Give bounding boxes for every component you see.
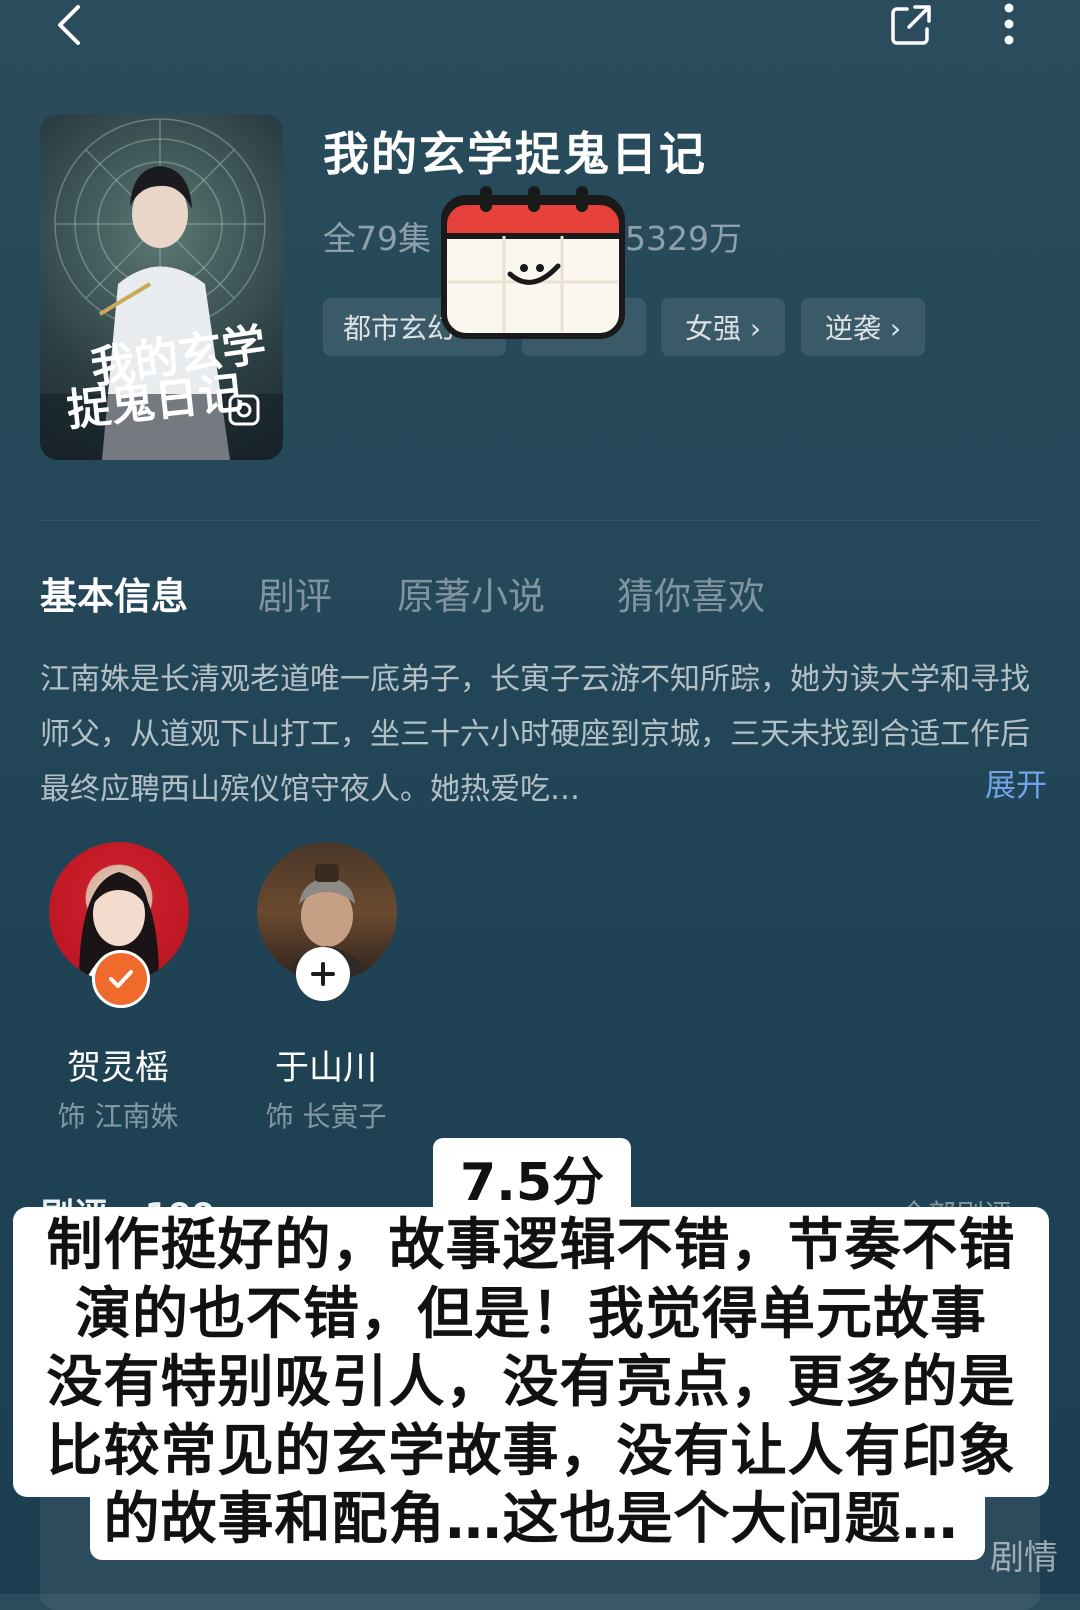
poster-artwork: 我的玄学 捉鬼日记 (40, 118, 283, 460)
tab-original-novel[interactable]: 原著小说 (397, 566, 545, 620)
share-button[interactable] (876, 0, 946, 50)
overlay-caption: 制作挺好的，故事逻辑不错，节奏不错 演的也不错，但是！我觉得单元故事 没有特别吸… (20, 1212, 1042, 1555)
followed-badge[interactable] (92, 950, 150, 1008)
follow-button[interactable] (296, 947, 350, 1001)
cast-role-1: 饰 江南姝 (57, 1100, 179, 1133)
caption-line-5: 的故事和配角…这也是个大问题… (103, 1487, 959, 1552)
cast-role-2: 饰 长寅子 (265, 1100, 387, 1133)
caption-line-3: 没有特别吸引人，没有亮点，更多的是 (46, 1350, 1016, 1415)
tab-recommendations[interactable]: 猜你喜欢 (617, 566, 765, 620)
cast-name-1[interactable]: 贺灵榣 (28, 1040, 208, 1089)
tag-label: 逆袭 › (824, 312, 902, 345)
tab-reviews[interactable]: 剧评 (258, 566, 332, 620)
plus-icon (311, 962, 335, 986)
caption-line-1: 制作挺好的，故事逻辑不错，节奏不错 (46, 1213, 1016, 1278)
more-button[interactable] (974, 0, 1044, 50)
back-button[interactable] (34, 0, 104, 50)
caption-line-2: 演的也不错，但是！我觉得单元故事 (75, 1281, 987, 1347)
chevron-left-icon (58, 5, 80, 45)
check-icon (109, 970, 133, 988)
cast-name-2[interactable]: 于山川 (236, 1040, 416, 1089)
expand-button[interactable]: 展开 (985, 760, 1047, 805)
share-icon (891, 5, 931, 45)
drama-poster[interactable]: 我的玄学 捉鬼日记 (40, 114, 283, 460)
tag-strong-female[interactable]: 女强 › (661, 298, 785, 356)
tag-label: 都市玄幻 (343, 312, 456, 345)
tag-comeback[interactable]: 逆袭 › (801, 298, 925, 356)
synopsis-text: 江南姝是长清观老道唯一底弟子，长寅子云游不知所踪，她为读大学和寻找师父，从道观下… (40, 662, 1030, 807)
tag-label: 女强 › (684, 312, 762, 345)
tab-basic-info[interactable]: 基本信息 (40, 566, 188, 620)
drama-title: 我的玄学捉鬼日记 (323, 127, 707, 181)
view-count: 5329万 (625, 219, 742, 258)
caption-line-4: 比较常见的玄学故事，没有让人有印象 (46, 1418, 1016, 1484)
section-divider (40, 520, 1040, 521)
episode-count: 全79集 (323, 219, 431, 258)
more-vertical-icon (1004, 3, 1014, 45)
calendar-smile-icon (440, 184, 626, 340)
score-label: 7.5分 (433, 1138, 631, 1216)
